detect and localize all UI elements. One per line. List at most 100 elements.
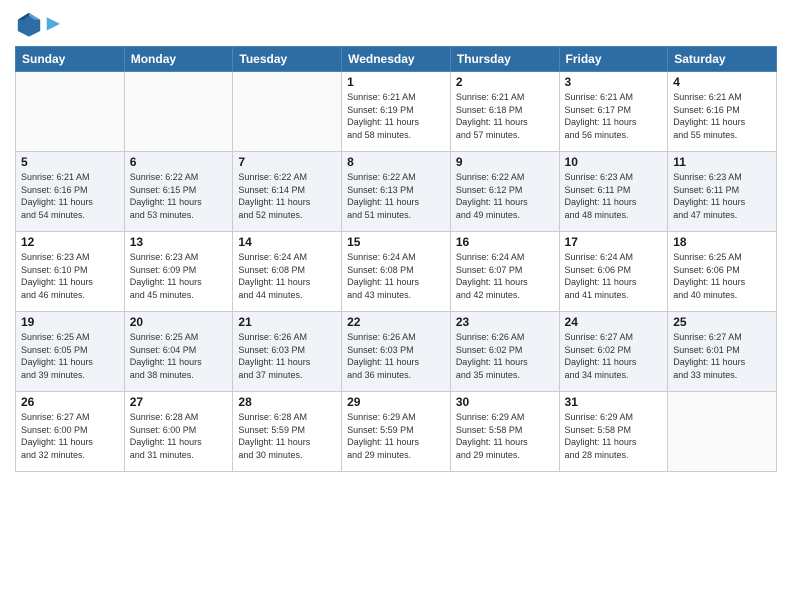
day-number: 10 <box>565 155 663 169</box>
day-info: Sunrise: 6:27 AM Sunset: 6:00 PM Dayligh… <box>21 411 119 461</box>
day-cell: 19Sunrise: 6:25 AM Sunset: 6:05 PM Dayli… <box>16 312 125 392</box>
day-cell: 26Sunrise: 6:27 AM Sunset: 6:00 PM Dayli… <box>16 392 125 472</box>
day-info: Sunrise: 6:29 AM Sunset: 5:59 PM Dayligh… <box>347 411 445 461</box>
day-info: Sunrise: 6:27 AM Sunset: 6:01 PM Dayligh… <box>673 331 771 381</box>
page: ▶ SundayMondayTuesdayWednesdayThursdayFr… <box>0 0 792 612</box>
day-number: 30 <box>456 395 554 409</box>
day-info: Sunrise: 6:24 AM Sunset: 6:08 PM Dayligh… <box>238 251 336 301</box>
day-info: Sunrise: 6:27 AM Sunset: 6:02 PM Dayligh… <box>565 331 663 381</box>
week-row-5: 26Sunrise: 6:27 AM Sunset: 6:00 PM Dayli… <box>16 392 777 472</box>
day-number: 23 <box>456 315 554 329</box>
weekday-header-row: SundayMondayTuesdayWednesdayThursdayFrid… <box>16 47 777 72</box>
day-info: Sunrise: 6:21 AM Sunset: 6:16 PM Dayligh… <box>673 91 771 141</box>
header: ▶ <box>15 10 777 38</box>
day-cell: 16Sunrise: 6:24 AM Sunset: 6:07 PM Dayli… <box>450 232 559 312</box>
day-cell: 3 Sunrise: 6:21 AM Sunset: 6:17 PM Daylig… <box>559 72 668 152</box>
day-number: 29 <box>347 395 445 409</box>
day-number: 7 <box>238 155 336 169</box>
day-info: Sunrise: 6:21 AM Sunset: 6:17 PM Dayligh… <box>565 91 663 141</box>
day-number: 28 <box>238 395 336 409</box>
day-cell: 25 Sunrise: 6:27 AM Sunset: 6:01 PM Dayli… <box>668 312 777 392</box>
day-info: Sunrise: 6:29 AM Sunset: 5:58 PM Dayligh… <box>456 411 554 461</box>
day-cell: 29 Sunrise: 6:29 AM Sunset: 5:59 PM Dayli… <box>342 392 451 472</box>
day-cell: 2Sunrise: 6:21 AM Sunset: 6:18 PM Daylig… <box>450 72 559 152</box>
logo: ▶ <box>15 10 59 38</box>
day-info: Sunrise: 6:29 AM Sunset: 5:58 PM Dayligh… <box>565 411 663 461</box>
day-cell: 11Sunrise: 6:23 AM Sunset: 6:11 PM Dayli… <box>668 152 777 232</box>
day-cell: 9Sunrise: 6:22 AM Sunset: 6:12 PM Daylig… <box>450 152 559 232</box>
day-info: Sunrise: 6:23 AM Sunset: 6:09 PM Dayligh… <box>130 251 228 301</box>
day-info: Sunrise: 6:23 AM Sunset: 6:10 PM Dayligh… <box>21 251 119 301</box>
day-number: 1 <box>347 75 445 89</box>
weekday-wednesday: Wednesday <box>342 47 451 72</box>
logo-icon <box>15 10 43 38</box>
day-number: 8 <box>347 155 445 169</box>
day-cell: 5 Sunrise: 6:21 AM Sunset: 6:16 PM Daylig… <box>16 152 125 232</box>
day-number: 6 <box>130 155 228 169</box>
day-number: 17 <box>565 235 663 249</box>
day-number: 25 <box>673 315 771 329</box>
day-cell: 8 Sunrise: 6:22 AM Sunset: 6:13 PM Daylig… <box>342 152 451 232</box>
day-number: 14 <box>238 235 336 249</box>
day-cell: 17 Sunrise: 6:24 AM Sunset: 6:06 PM Dayli… <box>559 232 668 312</box>
day-info: Sunrise: 6:22 AM Sunset: 6:14 PM Dayligh… <box>238 171 336 221</box>
day-number: 13 <box>130 235 228 249</box>
day-info: Sunrise: 6:23 AM Sunset: 6:11 PM Dayligh… <box>673 171 771 221</box>
day-cell: 7 Sunrise: 6:22 AM Sunset: 6:14 PM Daylig… <box>233 152 342 232</box>
weekday-thursday: Thursday <box>450 47 559 72</box>
day-info: Sunrise: 6:24 AM Sunset: 6:06 PM Dayligh… <box>565 251 663 301</box>
day-number: 4 <box>673 75 771 89</box>
week-row-3: 12 Sunrise: 6:23 AM Sunset: 6:10 PM Dayli… <box>16 232 777 312</box>
day-info: Sunrise: 6:25 AM Sunset: 6:04 PM Dayligh… <box>130 331 228 381</box>
day-info: Sunrise: 6:25 AM Sunset: 6:06 PM Dayligh… <box>673 251 771 301</box>
day-info: Sunrise: 6:26 AM Sunset: 6:03 PM Dayligh… <box>238 331 336 381</box>
day-cell: 15Sunrise: 6:24 AM Sunset: 6:08 PM Dayli… <box>342 232 451 312</box>
day-cell <box>124 72 233 152</box>
day-info: Sunrise: 6:28 AM Sunset: 5:59 PM Dayligh… <box>238 411 336 461</box>
day-number: 31 <box>565 395 663 409</box>
day-info: Sunrise: 6:21 AM Sunset: 6:19 PM Dayligh… <box>347 91 445 141</box>
day-info: Sunrise: 6:24 AM Sunset: 6:08 PM Dayligh… <box>347 251 445 301</box>
day-number: 27 <box>130 395 228 409</box>
logo-text: ▶ <box>47 14 59 33</box>
day-number: 16 <box>456 235 554 249</box>
day-number: 12 <box>21 235 119 249</box>
day-cell: 23Sunrise: 6:26 AM Sunset: 6:02 PM Dayli… <box>450 312 559 392</box>
day-cell: 22 Sunrise: 6:26 AM Sunset: 6:03 PM Dayli… <box>342 312 451 392</box>
day-cell: 4 Sunrise: 6:21 AM Sunset: 6:16 PM Daylig… <box>668 72 777 152</box>
day-number: 20 <box>130 315 228 329</box>
week-row-4: 19Sunrise: 6:25 AM Sunset: 6:05 PM Dayli… <box>16 312 777 392</box>
weekday-tuesday: Tuesday <box>233 47 342 72</box>
day-number: 22 <box>347 315 445 329</box>
day-cell <box>16 72 125 152</box>
day-number: 18 <box>673 235 771 249</box>
day-number: 2 <box>456 75 554 89</box>
day-cell <box>668 392 777 472</box>
week-row-1: 1 Sunrise: 6:21 AM Sunset: 6:19 PM Daylig… <box>16 72 777 152</box>
day-info: Sunrise: 6:22 AM Sunset: 6:13 PM Dayligh… <box>347 171 445 221</box>
day-cell: 27 Sunrise: 6:28 AM Sunset: 6:00 PM Dayli… <box>124 392 233 472</box>
day-info: Sunrise: 6:23 AM Sunset: 6:11 PM Dayligh… <box>565 171 663 221</box>
weekday-sunday: Sunday <box>16 47 125 72</box>
day-cell: 13 Sunrise: 6:23 AM Sunset: 6:09 PM Dayli… <box>124 232 233 312</box>
day-cell: 20 Sunrise: 6:25 AM Sunset: 6:04 PM Dayli… <box>124 312 233 392</box>
day-info: Sunrise: 6:26 AM Sunset: 6:03 PM Dayligh… <box>347 331 445 381</box>
day-cell: 1 Sunrise: 6:21 AM Sunset: 6:19 PM Daylig… <box>342 72 451 152</box>
day-number: 5 <box>21 155 119 169</box>
day-info: Sunrise: 6:22 AM Sunset: 6:15 PM Dayligh… <box>130 171 228 221</box>
day-cell: 28 Sunrise: 6:28 AM Sunset: 5:59 PM Dayli… <box>233 392 342 472</box>
week-row-2: 5 Sunrise: 6:21 AM Sunset: 6:16 PM Daylig… <box>16 152 777 232</box>
day-cell: 31 Sunrise: 6:29 AM Sunset: 5:58 PM Dayli… <box>559 392 668 472</box>
day-info: Sunrise: 6:28 AM Sunset: 6:00 PM Dayligh… <box>130 411 228 461</box>
day-info: Sunrise: 6:21 AM Sunset: 6:16 PM Dayligh… <box>21 171 119 221</box>
day-number: 21 <box>238 315 336 329</box>
calendar-table: SundayMondayTuesdayWednesdayThursdayFrid… <box>15 46 777 472</box>
day-info: Sunrise: 6:25 AM Sunset: 6:05 PM Dayligh… <box>21 331 119 381</box>
day-cell: 21 Sunrise: 6:26 AM Sunset: 6:03 PM Dayli… <box>233 312 342 392</box>
day-cell: 18 Sunrise: 6:25 AM Sunset: 6:06 PM Dayli… <box>668 232 777 312</box>
weekday-monday: Monday <box>124 47 233 72</box>
day-cell: 10 Sunrise: 6:23 AM Sunset: 6:11 PM Dayli… <box>559 152 668 232</box>
day-number: 3 <box>565 75 663 89</box>
day-number: 24 <box>565 315 663 329</box>
weekday-saturday: Saturday <box>668 47 777 72</box>
